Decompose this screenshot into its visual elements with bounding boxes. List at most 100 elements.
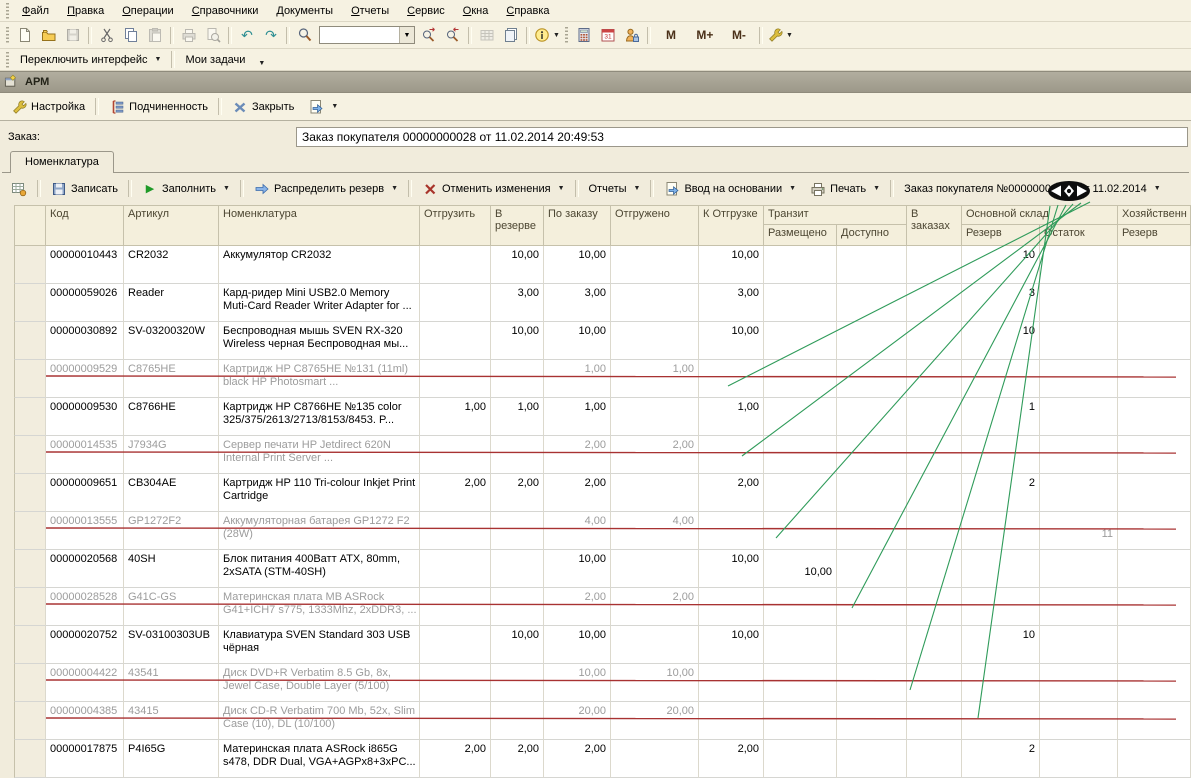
cell-osn_rezerv[interactable] (962, 550, 1040, 588)
cell-k_otgruzke[interactable]: 1,00 (699, 398, 764, 436)
cell-khoz_rezerv[interactable] (1118, 588, 1191, 626)
cell-otgruzit[interactable]: 1,00 (420, 398, 491, 436)
cell-khoz_rezerv[interactable] (1118, 360, 1191, 398)
cell-zakaz[interactable]: 10,00 (544, 246, 611, 284)
cell-khoz_rezerv[interactable] (1118, 740, 1191, 778)
enter-on-basis-button[interactable]: Ввод на основании▼ (657, 178, 803, 200)
cell-rezerv[interactable]: 2,00 (491, 474, 544, 512)
cell-otgruzheno[interactable]: 4,00 (611, 512, 699, 550)
cell-otgruzit[interactable]: 2,00 (420, 740, 491, 778)
cell-k_otgruzke[interactable]: 10,00 (699, 626, 764, 664)
cell-rezerv[interactable] (491, 588, 544, 626)
order-selector-button[interactable]: Заказ покупателя №00000000028 от 11.02.2… (897, 180, 1168, 198)
cell-rezerv[interactable]: 2,00 (491, 740, 544, 778)
cell-k_otgruzke[interactable] (699, 664, 764, 702)
cell-name[interactable]: Кард-ридер Mini USB2.0 MemoryMuti-Card R… (219, 284, 420, 322)
service-settings-button[interactable]: ▼ (766, 24, 794, 46)
cell-rezerv[interactable] (491, 702, 544, 740)
cell-name[interactable]: Картридж HP C8766HE №135 color325/375/26… (219, 398, 420, 436)
cell-art[interactable]: 43541 (124, 664, 219, 702)
cell-otgruzheno[interactable] (611, 550, 699, 588)
cell-kod[interactable]: 00000004422 (46, 664, 124, 702)
cell-kod[interactable]: 00000028528 (46, 588, 124, 626)
cell-name[interactable]: Блок питания 400Ватт ATX, 80mm,2xSATA (S… (219, 550, 420, 588)
cell-otgruzheno[interactable] (611, 740, 699, 778)
cell-osn_rezerv[interactable] (962, 702, 1040, 740)
cell-k_otgruzke[interactable]: 3,00 (699, 284, 764, 322)
cell-dostupno[interactable] (837, 246, 907, 284)
cell-art[interactable]: SV-03100303UB (124, 626, 219, 664)
cell-otgruzheno[interactable] (611, 474, 699, 512)
open-button[interactable] (37, 24, 61, 46)
cell-otgruzit[interactable] (420, 360, 491, 398)
cell-razmeshcheno[interactable] (764, 474, 837, 512)
cell-otgruzit[interactable] (420, 664, 491, 702)
cell-v_zakazakh[interactable] (907, 740, 962, 778)
cell-khoz_rezerv[interactable] (1118, 702, 1191, 740)
cell-sel[interactable] (14, 512, 46, 550)
cell-razmeshcheno[interactable] (764, 664, 837, 702)
cell-kod[interactable]: 00000004385 (46, 702, 124, 740)
cell-dostupno[interactable] (837, 436, 907, 474)
cell-art[interactable]: SV-03200320W (124, 322, 219, 360)
cell-kod[interactable]: 00000009529 (46, 360, 124, 398)
cell-ostatok[interactable] (1040, 322, 1118, 360)
cell-ostatok[interactable] (1040, 436, 1118, 474)
cell-otgruzheno[interactable] (611, 246, 699, 284)
cell-otgruzit[interactable] (420, 436, 491, 474)
info-button[interactable]: ▼ (533, 24, 561, 46)
cell-zakaz[interactable]: 1,00 (544, 398, 611, 436)
find-button[interactable] (293, 24, 317, 46)
fill-button[interactable]: ▶Заполнить▼ (135, 178, 237, 200)
cell-v_zakazakh[interactable] (907, 474, 962, 512)
cell-osn_rezerv[interactable]: 1 (962, 398, 1040, 436)
cell-sel[interactable] (14, 436, 46, 474)
cell-kod[interactable]: 00000020752 (46, 626, 124, 664)
cell-dostupno[interactable] (837, 512, 907, 550)
cell-ostatok[interactable] (1040, 284, 1118, 322)
cell-ostatok[interactable] (1040, 702, 1118, 740)
cell-otgruzit[interactable] (420, 626, 491, 664)
save-button[interactable] (61, 24, 85, 46)
cell-ostatok[interactable] (1040, 360, 1118, 398)
cell-dostupno[interactable] (837, 588, 907, 626)
cell-razmeshcheno[interactable] (764, 512, 837, 550)
memory-add-button[interactable]: M+ (688, 24, 722, 46)
menu-help[interactable]: Справка (497, 2, 558, 20)
reports-button[interactable]: Отчеты▼ (582, 180, 648, 198)
cell-dostupno[interactable] (837, 664, 907, 702)
find-next-button[interactable] (417, 24, 441, 46)
cell-rezerv[interactable]: 10,00 (491, 246, 544, 284)
cell-name[interactable]: Материнская плата ASRock i865Gs478, DDR … (219, 740, 420, 778)
undo-button[interactable]: ↶ (235, 24, 259, 46)
cell-ostatok[interactable] (1040, 398, 1118, 436)
cell-razmeshcheno[interactable] (764, 398, 837, 436)
cell-razmeshcheno[interactable] (764, 360, 837, 398)
cell-art[interactable]: Reader (124, 284, 219, 322)
cell-otgruzheno[interactable]: 2,00 (611, 436, 699, 474)
cell-zakaz[interactable]: 10,00 (544, 664, 611, 702)
calendar-button[interactable]: 31 (596, 24, 620, 46)
cell-ostatok[interactable] (1040, 664, 1118, 702)
cell-name[interactable]: Клавиатура SVEN Standard 303 USBчёрная (219, 626, 420, 664)
cell-dostupno[interactable] (837, 398, 907, 436)
cell-name[interactable]: Диск DVD+R Verbatim 8.5 Gb, 8x,Jewel Cas… (219, 664, 420, 702)
cell-v_zakazakh[interactable] (907, 284, 962, 322)
user-permissions-button[interactable] (620, 24, 644, 46)
cell-art[interactable]: 43415 (124, 702, 219, 740)
calculator-button[interactable] (572, 24, 596, 46)
toolbar-grip[interactable] (6, 3, 9, 19)
cell-ostatok[interactable] (1040, 626, 1118, 664)
cell-k_otgruzke[interactable] (699, 588, 764, 626)
cell-art[interactable]: C8765HE (124, 360, 219, 398)
cell-kod[interactable]: 00000059026 (46, 284, 124, 322)
cell-rezerv[interactable] (491, 360, 544, 398)
cell-zakaz[interactable]: 1,00 (544, 360, 611, 398)
export-button[interactable]: ▼ (301, 96, 345, 118)
cell-razmeshcheno[interactable] (764, 322, 837, 360)
cell-otgruzheno[interactable]: 20,00 (611, 702, 699, 740)
redo-button[interactable]: ↷ (259, 24, 283, 46)
cell-sel[interactable] (14, 474, 46, 512)
cell-kod[interactable]: 00000030892 (46, 322, 124, 360)
cell-osn_rezerv[interactable] (962, 360, 1040, 398)
